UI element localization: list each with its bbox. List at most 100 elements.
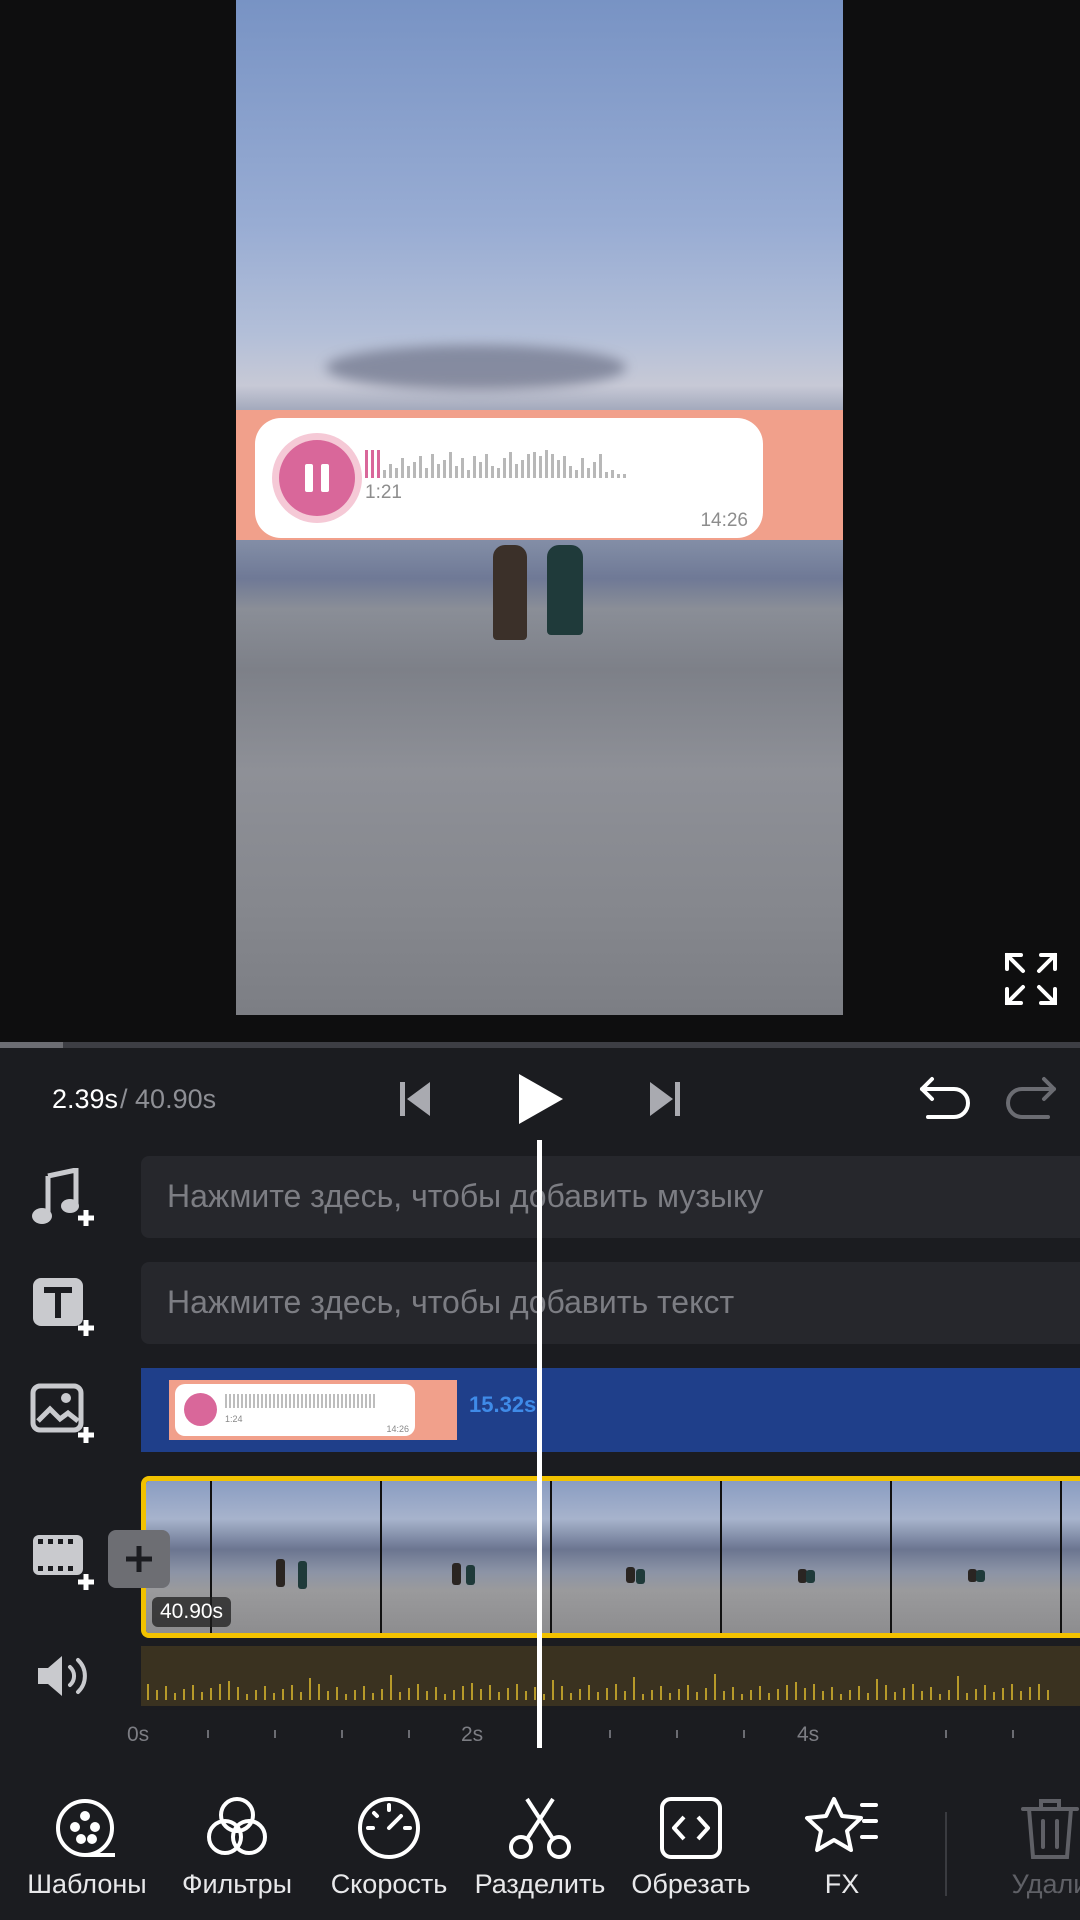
tool-delete-label: Удали (1011, 1869, 1080, 1899)
tool-filters[interactable]: Фильтры (162, 1795, 312, 1900)
waveform-bar (371, 450, 374, 478)
video-thumbnail (552, 1481, 722, 1633)
audio-waveform-bar (300, 1692, 302, 1700)
audio-waveform-bar (867, 1693, 869, 1700)
trim-icon (660, 1797, 722, 1859)
ruler-tick (408, 1730, 410, 1738)
fullscreen-icon[interactable] (1003, 951, 1059, 1007)
audio-waveform-bar (147, 1684, 149, 1700)
text-add-icon[interactable] (30, 1276, 100, 1338)
skip-forward-icon[interactable] (648, 1078, 682, 1120)
audio-waveform-bar (309, 1678, 311, 1700)
tool-split[interactable]: Разделить (465, 1795, 615, 1900)
tool-delete[interactable]: Удали (975, 1795, 1080, 1900)
add-clip-button[interactable] (108, 1530, 170, 1588)
audio-waveform-bar (525, 1691, 527, 1700)
tool-fx[interactable]: FX (767, 1795, 917, 1900)
waveform-bar (539, 456, 542, 478)
audio-waveform-bar (273, 1693, 275, 1700)
audio-waveform-bar (804, 1688, 806, 1700)
audio-waveform-bar (489, 1685, 491, 1700)
audio-waveform-bar (966, 1693, 968, 1700)
playhead[interactable] (537, 1140, 542, 1748)
waveform-bar (455, 466, 458, 478)
ruler-tick (274, 1730, 276, 1738)
playback-progress-track[interactable] (0, 1042, 1080, 1048)
audio-waveform-bar (912, 1684, 914, 1700)
audio-waveform-bar (534, 1687, 536, 1700)
waveform-bar (515, 464, 518, 478)
total-time: / 40.90s (120, 1084, 216, 1115)
audio-waveform-bar (498, 1692, 500, 1700)
audio-waveform-bar (651, 1690, 653, 1700)
waveform-bar (545, 450, 548, 478)
audio-waveform-bar (975, 1689, 977, 1700)
pause-button-ring (272, 433, 362, 523)
voice-duration: 1:21 (365, 482, 402, 503)
templates-icon (56, 1799, 115, 1857)
tool-trim[interactable]: Обрезать (616, 1795, 766, 1900)
audio-waveform-bar (1047, 1690, 1049, 1700)
audio-waveform-bar (507, 1688, 509, 1700)
music-add-icon[interactable] (30, 1168, 100, 1230)
video-track[interactable]: 40.90s (141, 1476, 1080, 1638)
audio-waveform-bar (714, 1674, 716, 1700)
audio-track[interactable] (141, 1646, 1080, 1706)
overlay-track[interactable]: 1:24 14:26 15.32s (141, 1368, 1080, 1452)
audio-waveform-bar (165, 1686, 167, 1700)
music-track[interactable]: Нажмите здесь, чтобы добавить музыку (141, 1156, 1080, 1238)
tool-split-label: Разделить (474, 1869, 606, 1899)
ruler-tick (341, 1730, 343, 1738)
audio-waveform-bar (948, 1690, 950, 1700)
audio-waveform-bar (642, 1694, 644, 1700)
tool-filters-label: Фильтры (181, 1869, 293, 1899)
waveform-bar (449, 452, 452, 478)
audio-waveform-bar (255, 1690, 257, 1700)
tool-trim-label: Обрезать (631, 1869, 751, 1899)
audio-waveform-bar (246, 1694, 248, 1700)
waveform-bar (437, 464, 440, 478)
text-track-placeholder: Нажмите здесь, чтобы добавить текст (167, 1284, 735, 1320)
overlay-add-icon[interactable] (30, 1383, 100, 1445)
audio-waveform-bar (660, 1686, 662, 1700)
overlay-clip-thumbnail[interactable]: 1:24 14:26 (169, 1380, 457, 1440)
video-frame[interactable]: 1:21 14:26 (236, 0, 843, 1015)
video-duration-badge: 40.90s (152, 1597, 232, 1627)
waveform-bar (377, 450, 380, 478)
audio-waveform-bar (183, 1689, 185, 1700)
audio-waveform-bar (174, 1693, 176, 1700)
skip-back-icon[interactable] (398, 1078, 432, 1120)
text-track[interactable]: Нажмите здесь, чтобы добавить текст (141, 1262, 1080, 1344)
audio-waveform-bar (480, 1689, 482, 1700)
waveform-bar (497, 468, 500, 478)
video-add-icon[interactable] (30, 1530, 100, 1592)
waveform-bar (527, 454, 530, 478)
audio-waveform-bar (849, 1690, 851, 1700)
audio-waveform-bar (291, 1685, 293, 1700)
audio-waveform-bar (399, 1692, 401, 1700)
tool-speed[interactable]: Скорость (314, 1795, 464, 1900)
audio-waveform-bar (237, 1687, 239, 1700)
voice-message-sticker[interactable]: 1:21 14:26 (236, 410, 843, 540)
waveform-bar (605, 472, 608, 478)
audio-waveform-bar (957, 1676, 959, 1700)
audio-waveform-bar (759, 1686, 761, 1700)
waveform-bar (623, 474, 626, 478)
ruler-label: 2s (461, 1723, 484, 1746)
volume-icon[interactable] (34, 1651, 94, 1701)
audio-waveform (147, 1674, 1077, 1700)
redo-icon[interactable] (1002, 1073, 1058, 1121)
waveform-bar (491, 466, 494, 478)
ruler-tick (945, 1730, 947, 1738)
tool-templates[interactable]: Шаблоны (12, 1795, 162, 1900)
audio-waveform-bar (885, 1685, 887, 1700)
undo-icon[interactable] (918, 1073, 974, 1121)
audio-waveform-bar (786, 1685, 788, 1700)
waveform-bar (479, 462, 482, 478)
audio-waveform-bar (876, 1679, 878, 1700)
audio-waveform-bar (381, 1689, 383, 1700)
play-icon[interactable] (515, 1070, 565, 1128)
video-preview: 1:21 14:26 (0, 0, 1080, 1042)
waveform-bar (599, 454, 602, 478)
audio-waveform-bar (579, 1689, 581, 1700)
